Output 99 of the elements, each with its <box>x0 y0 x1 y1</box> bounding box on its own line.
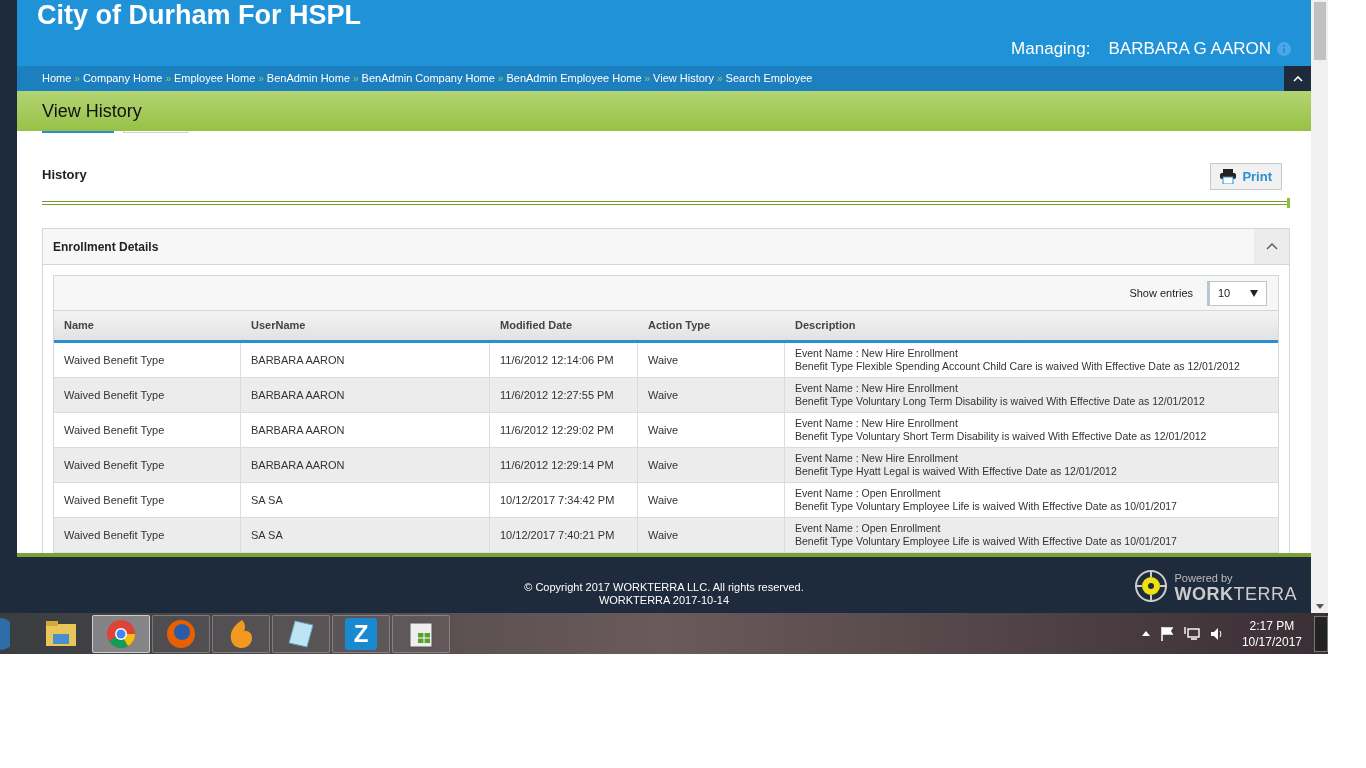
flag-icon[interactable] <box>1159 626 1174 641</box>
table-cell-text: BARBARA AARON <box>251 387 345 403</box>
divider-end-mark <box>1287 198 1290 208</box>
description-line: Event Name : Open Enrollment <box>795 487 942 500</box>
app-icon: Z <box>345 617 377 650</box>
scroll-down-icon[interactable] <box>1315 604 1324 609</box>
column-header[interactable]: Name <box>54 311 241 340</box>
entries-dropdown[interactable]: 10 <box>1207 280 1267 306</box>
speaker-icon[interactable] <box>1209 626 1224 641</box>
description-line: Benefit Type Voluntary Long Term Disability is waived With Effective Date as 12/01/2012 <box>795 395 1206 408</box>
chevron-icon <box>1265 243 1278 250</box>
description-line: Benefit Type Voluntary Short Term Disability is waived With Effective Date as 12/01/2012 <box>795 430 1208 443</box>
column-header[interactable]: Description <box>785 311 1278 340</box>
clock-date[interactable]: 10/17/2017 <box>1241 633 1302 650</box>
start-orb-icon[interactable] <box>0 615 10 652</box>
folder-icon <box>45 618 77 649</box>
description-line: Event Name : New Hire Enrollment <box>795 417 959 430</box>
show-desktop-button[interactable] <box>1314 615 1328 652</box>
description-line: Benefit Type Hyatt Legal is waived With Effective Date as 12/01/2012 <box>795 465 1118 478</box>
table-cell-text: BARBARA AARON <box>251 352 345 368</box>
clock-time[interactable]: 2:17 PM <box>1249 617 1295 634</box>
show-hidden-icons-icon[interactable] <box>1141 631 1150 636</box>
table-cell-text: 11/6/2012 12:14:06 PM <box>500 352 614 368</box>
breadcrumb-separator: » <box>352 72 360 86</box>
description-line: Benefit Type Voluntary Employee Life is waived With Effective Date as 10/01/2017 <box>795 500 1178 513</box>
copyright-text: © Copyright 2017 WORKTERRA LLC. All rights reserved. <box>524 581 804 594</box>
table-cell-text: 10/12/2017 7:34:42 PM <box>500 492 615 508</box>
description-line: Benefit Type Flexible Spending Account Child Care is waived With Effective Date as 12/01/2012 <box>795 360 1241 373</box>
table-cell-text: SA SA <box>251 527 283 543</box>
scrollbar[interactable] <box>1311 0 1328 613</box>
version-text: WORKTERRA 2017-10-14 <box>598 594 730 607</box>
table-cell-text: Waived Benefit Type <box>64 492 165 508</box>
network-icon[interactable] <box>1183 626 1200 641</box>
table-cell-text: Waive <box>648 422 679 438</box>
powered-by-text: Powered by <box>1174 571 1234 586</box>
table-cell-text: Waived Benefit Type <box>64 457 165 473</box>
breadcrumb-separator: » <box>643 72 652 86</box>
breadcrumb-separator: » <box>257 72 265 86</box>
collapse-header-button[interactable] <box>1284 66 1311 91</box>
table-cell-text: 10/12/2017 7:40:21 PM <box>500 527 615 543</box>
browser-icon <box>106 618 136 649</box>
table-cell-text: Waived Benefit Type <box>64 422 165 438</box>
breadcrumb-link[interactable]: Employee Home <box>173 70 256 87</box>
printer-icon <box>1220 169 1237 184</box>
table-cell-text: 11/6/2012 12:27:55 PM <box>500 387 614 403</box>
breadcrumb-separator: » <box>73 72 81 86</box>
show-entries-label: Show entries <box>1129 285 1193 301</box>
breadcrumb-separator: » <box>716 72 724 86</box>
table-cell-text: Waive <box>648 352 679 368</box>
table-cell-text: Waived Benefit Type <box>64 387 165 403</box>
column-header[interactable]: Action Type <box>638 311 785 340</box>
description-line: Event Name : New Hire Enrollment <box>795 452 959 465</box>
column-header[interactable]: UserName <box>241 311 490 340</box>
table-cell-text: Waive <box>648 527 679 543</box>
taskbar-button[interactable] <box>152 614 210 653</box>
table-cell-text: Waive <box>648 387 679 403</box>
description-line: Event Name : New Hire Enrollment <box>795 347 959 360</box>
site-title: City of Durham For HSPL <box>37 0 361 32</box>
breadcrumb-link[interactable]: Search Employee <box>725 70 813 87</box>
managing-name: BARBARA G AARON <box>1108 38 1271 60</box>
table-cell-text: 11/6/2012 12:29:02 PM <box>500 422 614 438</box>
scrollbar-thumb[interactable] <box>1313 2 1326 60</box>
breadcrumb-link[interactable]: Company Home <box>82 70 163 87</box>
dropdown-arrow-icon <box>1250 289 1258 297</box>
table-cell-text: BARBARA AARON <box>251 422 345 438</box>
description-line: Event Name : New Hire Enrollment <box>795 382 959 395</box>
column-header[interactable]: Modified Date <box>490 311 638 340</box>
taskbar-button[interactable] <box>392 614 450 653</box>
fox-globe-icon <box>166 618 196 649</box>
taskbar-button[interactable] <box>272 614 330 653</box>
breadcrumb-link[interactable]: BenAdmin Employee Home <box>506 70 642 87</box>
breadcrumb-link[interactable]: BenAdmin Home <box>266 70 350 87</box>
description-line: Event Name : Open Enrollment <box>795 522 942 535</box>
taskbar-button[interactable] <box>92 614 150 653</box>
print-button[interactable]: Print <box>1210 163 1282 190</box>
taskbar-button[interactable] <box>212 614 270 653</box>
section-heading: History <box>42 165 87 184</box>
managing-label: Managing: <box>1011 38 1091 60</box>
panel-title: Enrollment Details <box>52 238 159 256</box>
table-cell-text: Waive <box>648 492 679 508</box>
table-cell-text: SA SA <box>251 492 283 508</box>
flame-icon <box>228 618 254 649</box>
breadcrumb-separator: » <box>164 72 172 86</box>
target-logo-icon <box>1134 569 1169 603</box>
description-line: Benefit Type Voluntary Employee Life is waived With Effective Date as 10/01/2017 <box>795 535 1178 548</box>
table-cell-text: BARBARA AARON <box>251 457 345 473</box>
table-cell-text: 11/6/2012 12:29:14 PM <box>500 457 614 473</box>
page-title: View History <box>42 99 142 123</box>
caret-up-icon <box>1292 75 1303 82</box>
breadcrumb-link[interactable]: Home <box>42 70 72 87</box>
taskbar-button[interactable]: Z <box>332 614 390 653</box>
brand-name: WORKTERRA <box>1174 586 1297 602</box>
notepad-icon <box>287 618 315 649</box>
breadcrumb-separator: » <box>496 72 505 86</box>
table-cell-text: Waived Benefit Type <box>64 527 165 543</box>
table-cell-text: Waive <box>648 457 679 473</box>
breadcrumb-link[interactable]: BenAdmin Company Home <box>361 70 495 87</box>
breadcrumb-link[interactable]: View History <box>653 70 715 87</box>
table-cell-text: Waived Benefit Type <box>64 352 165 368</box>
